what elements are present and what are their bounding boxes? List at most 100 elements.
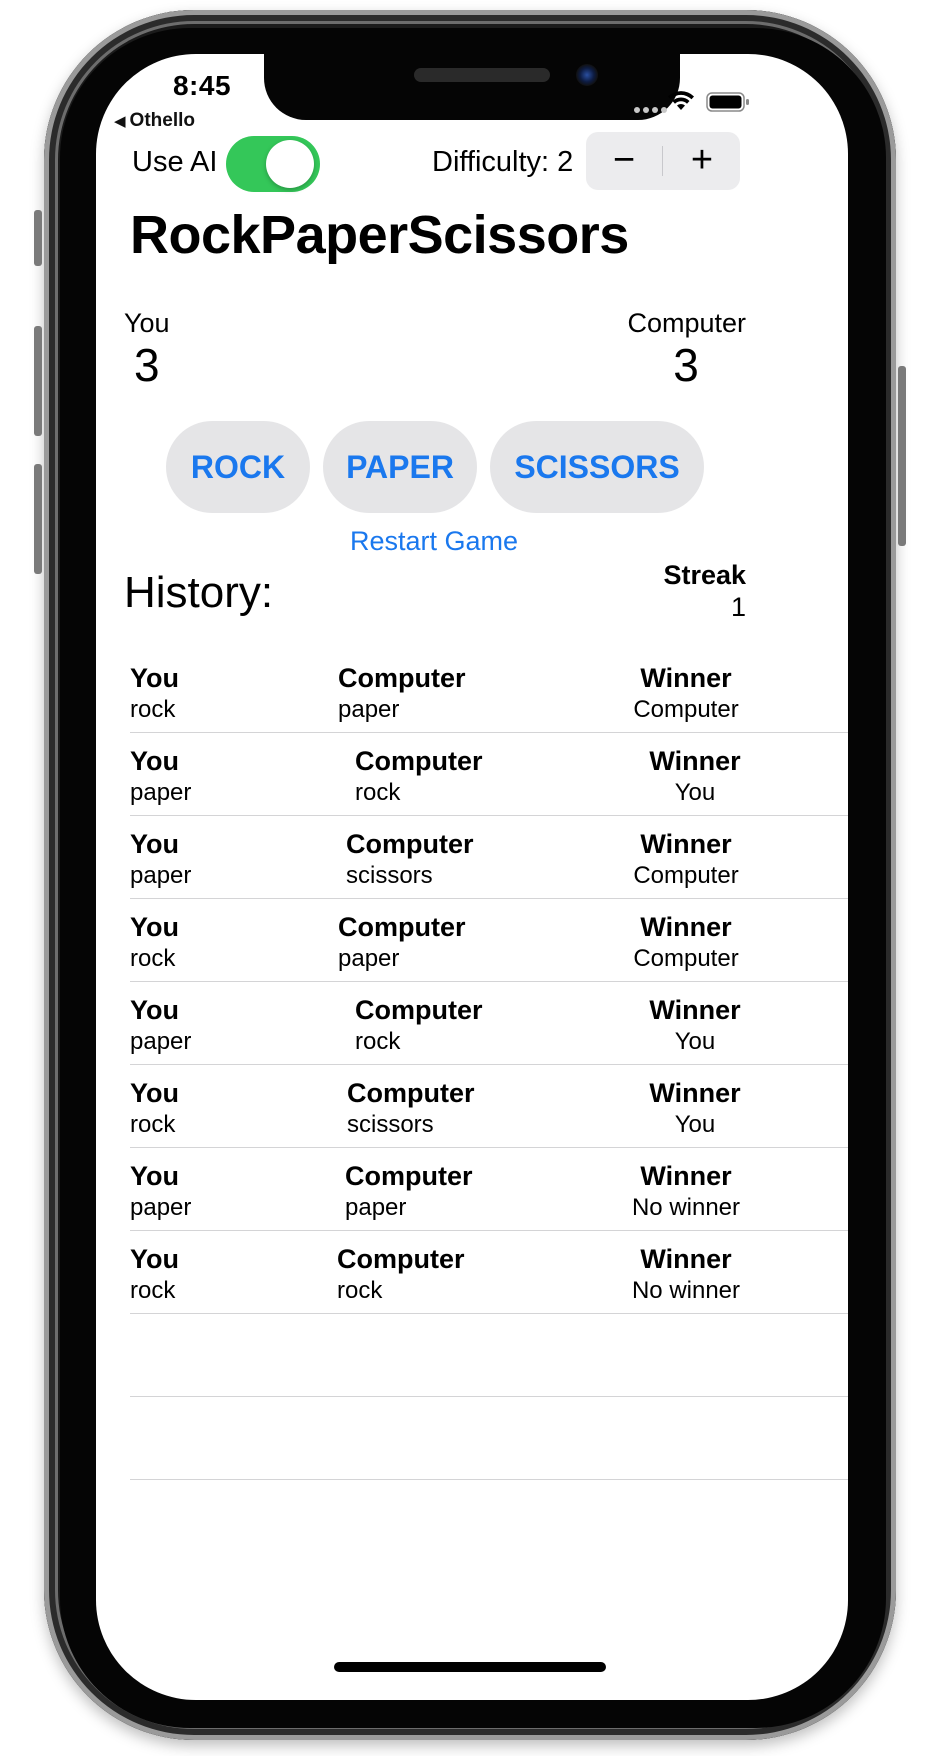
computer-choice: paper <box>338 945 400 972</box>
history-row: You rock Computer scissors Winner You <box>130 1065 848 1148</box>
notch <box>264 54 680 120</box>
history-row: You paper Computer rock Winner You <box>130 982 848 1065</box>
back-app-name: Othello <box>129 110 195 131</box>
power-button <box>898 366 906 546</box>
use-ai-toggle[interactable] <box>226 136 320 192</box>
you-header: You <box>130 1161 179 1191</box>
computer-header: Computer <box>345 1161 473 1191</box>
volume-down-button <box>34 464 42 574</box>
you-choice: paper <box>130 779 192 806</box>
front-camera <box>576 64 598 86</box>
winner-cell: Winner Computer <box>624 662 748 726</box>
winner-header: Winner <box>640 1244 732 1274</box>
computer-header: Computer <box>355 995 483 1025</box>
computer-choice: paper <box>338 696 400 723</box>
history-row: You paper Computer paper Winner No winne… <box>130 1148 848 1231</box>
you-cell: You paper <box>130 745 191 809</box>
you-header: You <box>130 1078 179 1108</box>
winner-value: Computer <box>633 862 739 889</box>
player-score-value: 3 <box>134 339 160 391</box>
winner-header: Winner <box>640 912 732 942</box>
you-header: You <box>130 1244 179 1274</box>
computer-choice: paper <box>345 1194 407 1221</box>
difficulty-label: Difficulty: 2 <box>432 146 574 178</box>
restart-game-button[interactable]: Restart Game <box>96 526 772 557</box>
you-header: You <box>130 663 179 693</box>
history-row: You paper Computer scissors Winner Compu… <box>130 816 848 899</box>
computer-header: Computer <box>337 1244 465 1274</box>
status-time: 8:45 <box>172 70 232 101</box>
use-ai-label: Use AI <box>132 146 218 178</box>
volume-up-button <box>34 326 42 436</box>
you-cell: You rock <box>130 1243 179 1307</box>
you-header: You <box>130 829 179 859</box>
winner-value: Computer <box>633 945 739 972</box>
winner-header: Winner <box>640 663 732 693</box>
computer-choice: rock <box>337 1277 383 1304</box>
you-cell: You rock <box>130 911 179 975</box>
you-choice: rock <box>130 1111 176 1138</box>
you-choice: rock <box>130 945 176 972</box>
cellular-signal-icon <box>634 100 670 118</box>
you-cell: You rock <box>130 1077 179 1141</box>
winner-value: No winner <box>631 1194 741 1221</box>
you-choice: paper <box>130 862 192 889</box>
computer-header: Computer <box>355 746 483 776</box>
winner-cell: Winner You <box>643 1077 747 1141</box>
history-row: You rock Computer rock Winner No winner <box>130 1231 848 1314</box>
winner-value: You <box>674 1028 716 1055</box>
computer-choice: scissors <box>347 1111 434 1138</box>
streak-value: 1 <box>730 592 746 622</box>
history-row: You rock Computer paper Winner Computer <box>130 650 848 733</box>
you-choice: paper <box>130 1194 192 1221</box>
computer-cell: Computer rock <box>337 1243 465 1307</box>
winner-header: Winner <box>640 1161 732 1191</box>
winner-header: Winner <box>649 995 741 1025</box>
computer-choice: rock <box>355 1028 401 1055</box>
increase-difficulty-button[interactable]: + <box>664 132 740 190</box>
app-screen: 8:45 ◀ Othello Use AI Difficulty: 2 − + R… <box>96 54 848 1700</box>
computer-cell: Computer rock <box>355 745 483 809</box>
back-to-app-link[interactable]: ◀ Othello <box>114 110 195 132</box>
difficulty-stepper: − + <box>586 132 740 190</box>
you-header: You <box>130 746 179 776</box>
computer-cell: Computer paper <box>338 911 466 975</box>
you-choice: rock <box>130 696 176 723</box>
stepper-divider <box>662 146 663 176</box>
computer-header: Computer <box>338 663 466 693</box>
you-choice: rock <box>130 1277 176 1304</box>
home-indicator[interactable] <box>334 1662 606 1672</box>
back-arrow-icon: ◀ <box>114 113 126 130</box>
history-row: You paper Computer rock Winner You <box>130 733 848 816</box>
scissors-button[interactable]: SCISSORS <box>490 421 704 513</box>
winner-cell: Winner You <box>643 994 747 1058</box>
empty-list-row <box>130 1314 848 1397</box>
speaker-grille <box>414 68 550 82</box>
history-row: You rock Computer paper Winner Computer <box>130 899 848 982</box>
winner-value: No winner <box>631 1277 741 1304</box>
winner-header: Winner <box>640 829 732 859</box>
computer-cell: Computer paper <box>338 662 466 726</box>
page-title: RockPaperScissors <box>130 205 629 265</box>
battery-icon <box>706 92 749 112</box>
paper-button[interactable]: PAPER <box>323 421 477 513</box>
winner-value: Computer <box>633 696 739 723</box>
winner-header: Winner <box>649 1078 741 1108</box>
winner-cell: Winner Computer <box>624 911 748 975</box>
winner-cell: Winner No winner <box>622 1160 750 1224</box>
wifi-icon <box>668 91 694 110</box>
computer-header: Computer <box>347 1078 475 1108</box>
history-list[interactable]: You rock Computer paper Winner Computer … <box>130 650 848 1480</box>
you-choice: paper <box>130 1028 192 1055</box>
rock-button[interactable]: ROCK <box>166 421 310 513</box>
winner-value: You <box>674 779 716 806</box>
empty-list-row <box>130 1397 848 1480</box>
computer-choice: scissors <box>346 862 433 889</box>
streak-label: Streak <box>663 560 746 590</box>
decrease-difficulty-button[interactable]: − <box>586 132 662 190</box>
computer-choice: rock <box>355 779 401 806</box>
you-cell: You paper <box>130 828 191 892</box>
winner-value: You <box>674 1111 716 1138</box>
you-cell: You rock <box>130 662 179 726</box>
player-score-label: You <box>124 308 170 338</box>
